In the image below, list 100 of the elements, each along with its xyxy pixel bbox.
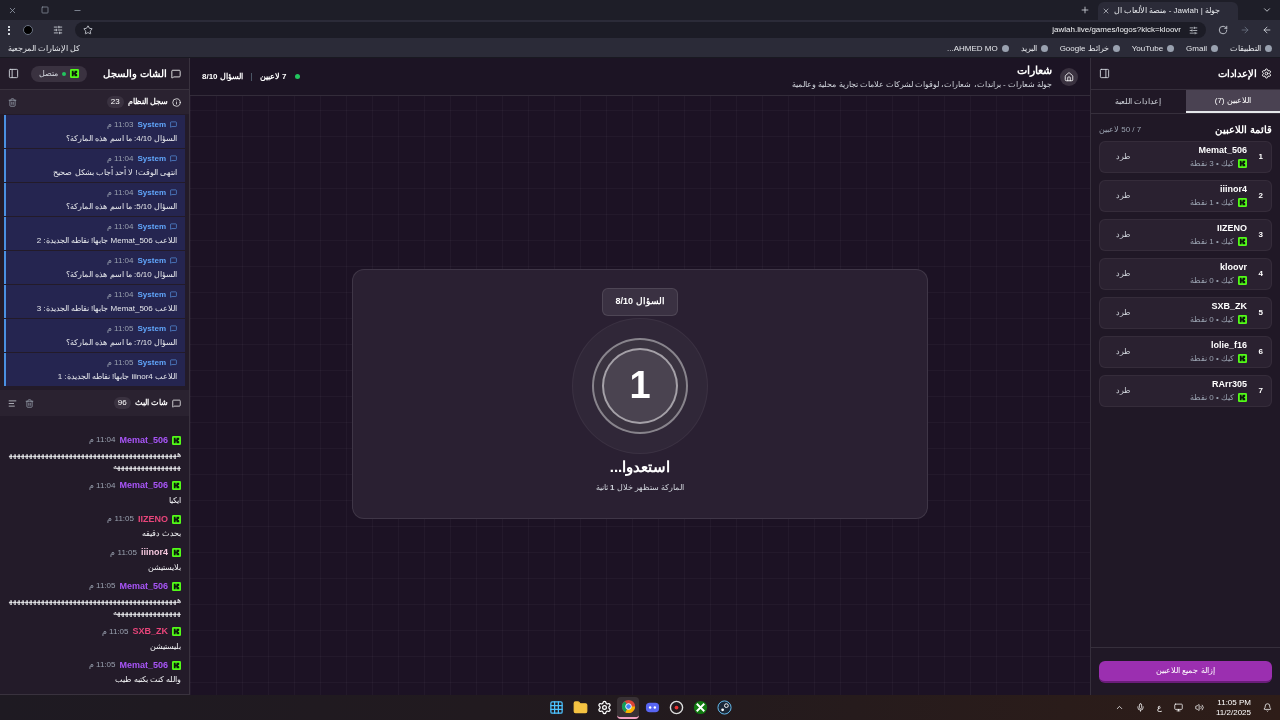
player-name: IIZENO bbox=[1217, 222, 1247, 236]
remove-all-button[interactable]: إزالة جميع اللاعبين bbox=[1099, 661, 1272, 683]
player-meta: كيك • 0 نقطة bbox=[1190, 274, 1234, 287]
message-time: 11:05 م bbox=[88, 659, 116, 672]
chat-username: iiinor4 bbox=[141, 546, 168, 559]
kick-button[interactable]: طرد bbox=[1108, 385, 1138, 397]
kick-button[interactable]: طرد bbox=[1108, 229, 1138, 241]
kick-logo-icon bbox=[172, 514, 181, 524]
message-icon bbox=[170, 189, 177, 196]
sender-name: System bbox=[137, 186, 166, 199]
status-text: متصل bbox=[39, 67, 58, 80]
home-button[interactable] bbox=[1060, 67, 1078, 86]
kick-logo-icon bbox=[1238, 198, 1247, 208]
chat-username: Memat_506 bbox=[119, 658, 168, 672]
menu-icon[interactable] bbox=[8, 25, 11, 35]
kick-button[interactable]: طرد bbox=[1108, 346, 1138, 358]
bookmark-link[interactable]: Gmail bbox=[1186, 42, 1207, 55]
language-indicator[interactable]: ع bbox=[1157, 701, 1162, 714]
message-icon bbox=[170, 359, 177, 366]
kick-logo-icon bbox=[172, 548, 181, 558]
kick-logo-icon bbox=[172, 581, 181, 591]
new-tab-icon[interactable] bbox=[1080, 5, 1090, 15]
reload-icon[interactable] bbox=[1218, 25, 1228, 35]
countdown-number: 1 bbox=[602, 347, 678, 424]
close-tab-icon[interactable] bbox=[1102, 7, 1110, 15]
message-text: والله كنت بكتبه طيب bbox=[114, 674, 181, 686]
kick-button[interactable]: طرد bbox=[1108, 151, 1138, 163]
sender-name: System bbox=[137, 118, 166, 131]
sender-name: System bbox=[137, 288, 166, 301]
tray-expand-icon[interactable] bbox=[1115, 703, 1124, 712]
maximize-icon[interactable] bbox=[41, 6, 49, 14]
bookmark-link[interactable]: YouTube bbox=[1131, 42, 1164, 55]
profile-avatar[interactable] bbox=[23, 25, 33, 35]
sender-name: System bbox=[137, 356, 166, 369]
browser-taskbar-icon[interactable] bbox=[617, 696, 639, 719]
game-subtitle: جولة شعارات - براندات، شعارات، لوقوات لشركات علامات تجارية محلية وعالمية bbox=[792, 78, 1052, 91]
clock-date: 11/2/2025 bbox=[1216, 707, 1251, 718]
kick-button[interactable]: طرد bbox=[1108, 307, 1138, 319]
message-icon bbox=[170, 121, 177, 128]
bookmark-link[interactable]: التطبيقات bbox=[1230, 42, 1261, 55]
panel-title: الشات والسجل bbox=[103, 67, 167, 81]
tab[interactable]: اللاعبين (7) bbox=[1185, 90, 1280, 113]
back-icon[interactable] bbox=[1262, 25, 1272, 35]
all-bookmarks-link[interactable]: كل الإشارات المرجعية bbox=[8, 42, 81, 55]
message-icon bbox=[170, 155, 177, 162]
kick-button[interactable]: طرد bbox=[1108, 190, 1138, 202]
message-icon bbox=[170, 223, 177, 230]
question-badge: السؤال 8/10 bbox=[602, 288, 678, 316]
player-name: kloovr bbox=[1220, 261, 1247, 275]
kick-logo-icon bbox=[70, 69, 79, 78]
site-settings-icon[interactable] bbox=[1189, 25, 1198, 35]
info-icon bbox=[172, 97, 181, 107]
bookmark-link[interactable]: خرائط Google bbox=[1059, 42, 1109, 55]
notification-icon[interactable] bbox=[1263, 703, 1272, 712]
player-count: 7 / 50 لاعبين bbox=[1099, 123, 1142, 136]
chat-username: Memat_506 bbox=[119, 479, 168, 492]
message-icon bbox=[170, 291, 177, 298]
trash-icon[interactable] bbox=[8, 97, 17, 107]
player-meta: كيك • 1 نقطة bbox=[1190, 196, 1234, 209]
message-text: اللاعب Memat_506 جابها! نقاطه الجديدة: 3 bbox=[35, 302, 177, 315]
trash-icon[interactable] bbox=[25, 398, 34, 408]
message-time: 11:05 م bbox=[106, 356, 134, 369]
volume-icon[interactable] bbox=[1195, 703, 1204, 712]
players-count: 7 لاعبين bbox=[259, 70, 287, 83]
address-bar[interactable]: jawlah.live/games/logos?kick=kloovr bbox=[75, 22, 1206, 38]
close-icon[interactable] bbox=[8, 5, 17, 15]
extensions-icon[interactable] bbox=[53, 25, 63, 35]
bookmark-link[interactable]: AHMED MO... bbox=[946, 42, 998, 55]
bookmark-link[interactable]: البريد bbox=[1020, 42, 1037, 55]
microphone-icon[interactable] bbox=[1136, 703, 1145, 712]
kick-logo-icon bbox=[172, 627, 181, 637]
message-text: انتهى الوقت! لا أحد أجاب بشكل صحيح bbox=[52, 166, 177, 179]
message-time: 11:04 م bbox=[106, 288, 134, 301]
message-icon bbox=[170, 325, 177, 332]
tab-menu-icon[interactable] bbox=[1262, 5, 1272, 15]
message-text: ايكيا bbox=[168, 494, 181, 507]
kick-logo-icon bbox=[1238, 354, 1247, 364]
player-rank: 7 bbox=[1257, 385, 1263, 397]
clock-time: 11:05 PM bbox=[1217, 697, 1251, 708]
tab[interactable]: إعدادات اللعبة bbox=[1091, 90, 1186, 113]
sort-icon[interactable] bbox=[8, 398, 17, 408]
player-meta: كيك • 1 نقطة bbox=[1190, 235, 1234, 248]
bookmark-favicon bbox=[1211, 45, 1218, 52]
collapse-icon[interactable] bbox=[8, 68, 19, 79]
message-time: 11:04 م bbox=[106, 152, 134, 165]
player-name: Memat_506 bbox=[1198, 144, 1247, 158]
message-time: 11:04 م bbox=[88, 434, 116, 447]
kick-button[interactable]: طرد bbox=[1108, 268, 1138, 280]
message-text: بحدث دقيقه bbox=[140, 528, 181, 540]
player-name: SXB_ZK bbox=[1211, 300, 1247, 314]
count-badge: 96 bbox=[113, 397, 131, 409]
message-time: 11:05 م bbox=[101, 625, 129, 638]
collapse-icon[interactable] bbox=[1099, 68, 1110, 79]
chat-username: Memat_506 bbox=[119, 433, 168, 447]
settings-icon bbox=[1261, 68, 1272, 79]
bookmark-star-icon[interactable] bbox=[83, 25, 93, 35]
browser-tab[interactable]: جولة | Jawlah - منصة الألعاب ال bbox=[1098, 2, 1238, 20]
count-badge: 23 bbox=[106, 96, 124, 108]
player-rank: 5 bbox=[1257, 307, 1263, 319]
bookmark-favicon bbox=[1167, 45, 1175, 52]
